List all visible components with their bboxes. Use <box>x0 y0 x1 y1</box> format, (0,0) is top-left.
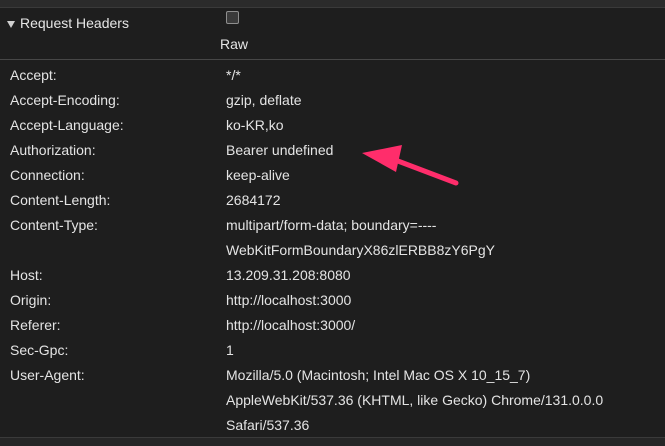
header-row-referer: Referer: http://localhost:3000/ <box>0 313 665 338</box>
triangle-down-icon[interactable] <box>7 21 15 28</box>
header-name: Authorization: <box>10 142 96 158</box>
raw-label[interactable]: Raw <box>220 36 248 52</box>
header-name: User-Agent: <box>10 367 85 383</box>
header-name: Accept-Encoding: <box>10 92 120 108</box>
header-row-accept-encoding: Accept-Encoding: gzip, deflate <box>0 88 665 113</box>
header-name: Content-Length: <box>10 192 111 208</box>
header-row-origin: Origin: http://localhost:3000 <box>0 288 665 313</box>
header-value: 2684172 <box>226 188 656 213</box>
request-headers-panel: Request Headers Raw Accept: */* Accept-E… <box>0 0 665 446</box>
header-name: Accept-Language: <box>10 117 124 133</box>
header-value-line: Mozilla/5.0 (Macintosh; Intel Mac OS X 1… <box>226 367 531 383</box>
header-value: 13.209.31.208:8080 <box>226 263 656 288</box>
header-value-line: 13.209.31.208:8080 <box>226 267 351 283</box>
header-value-line: Safari/537.36 <box>226 417 310 433</box>
header-name: Host: <box>10 267 43 283</box>
header-value-line: http://localhost:3000 <box>226 292 352 308</box>
header-value: ko-KR,ko <box>226 113 656 138</box>
header-value: gzip, deflate <box>226 88 656 113</box>
header-value-line: gzip, deflate <box>226 92 302 108</box>
top-divider <box>0 0 665 8</box>
header-name: Sec-Gpc: <box>10 342 69 358</box>
arrow-shaft <box>387 155 459 186</box>
header-value-line: WebKitFormBoundaryX86zlERBB8zY6PgY <box>226 242 495 258</box>
header-value-line: */* <box>226 67 241 83</box>
header-value-line: 2684172 <box>226 192 281 208</box>
header-value: http://localhost:3000 <box>226 288 656 313</box>
header-value: */* <box>226 63 656 88</box>
header-value-line: http://localhost:3000/ <box>226 317 356 333</box>
header-value-line: AppleWebKit/537.36 (KHTML, like Gecko) C… <box>226 392 604 408</box>
arrow-icon <box>362 145 459 186</box>
header-row-host: Host: 13.209.31.208:8080 <box>0 263 665 288</box>
header-name: Referer: <box>10 317 61 333</box>
header-name: Connection: <box>10 167 85 183</box>
bottom-divider <box>0 437 665 446</box>
raw-checkbox[interactable] <box>226 11 239 24</box>
header-row-user-agent: User-Agent: Mozilla/5.0 (Macintosh; Inte… <box>0 363 665 438</box>
section-title[interactable]: Request Headers <box>20 15 129 31</box>
header-value-line: 1 <box>226 342 234 358</box>
header-value-line: ko-KR,ko <box>226 117 284 133</box>
arrow-head <box>362 145 402 172</box>
header-row-connection: Connection: keep-alive <box>0 163 665 188</box>
header-row-accept: Accept: */* <box>0 63 665 88</box>
header-name: Accept: <box>10 67 57 83</box>
header-value-line: multipart/form-data; boundary=---- <box>226 217 437 233</box>
header-row-content-type: Content-Type: multipart/form-data; bound… <box>0 213 665 263</box>
header-value: 1 <box>226 338 656 363</box>
header-row-accept-language: Accept-Language: ko-KR,ko <box>0 113 665 138</box>
header-row-sec-gpc: Sec-Gpc: 1 <box>0 338 665 363</box>
header-value: http://localhost:3000/ <box>226 313 656 338</box>
header-name: Content-Type: <box>10 217 98 233</box>
section-header[interactable]: Request Headers Raw <box>0 8 665 60</box>
header-name: Origin: <box>10 292 52 308</box>
header-value: multipart/form-data; boundary=---- WebKi… <box>226 213 656 263</box>
header-value: Mozilla/5.0 (Macintosh; Intel Mac OS X 1… <box>226 363 656 438</box>
header-row-content-length: Content-Length: 2684172 <box>0 188 665 213</box>
header-row-authorization: Authorization: Bearer undefined <box>0 138 665 163</box>
headers-list: Accept: */* Accept-Encoding: gzip, defla… <box>0 63 665 438</box>
